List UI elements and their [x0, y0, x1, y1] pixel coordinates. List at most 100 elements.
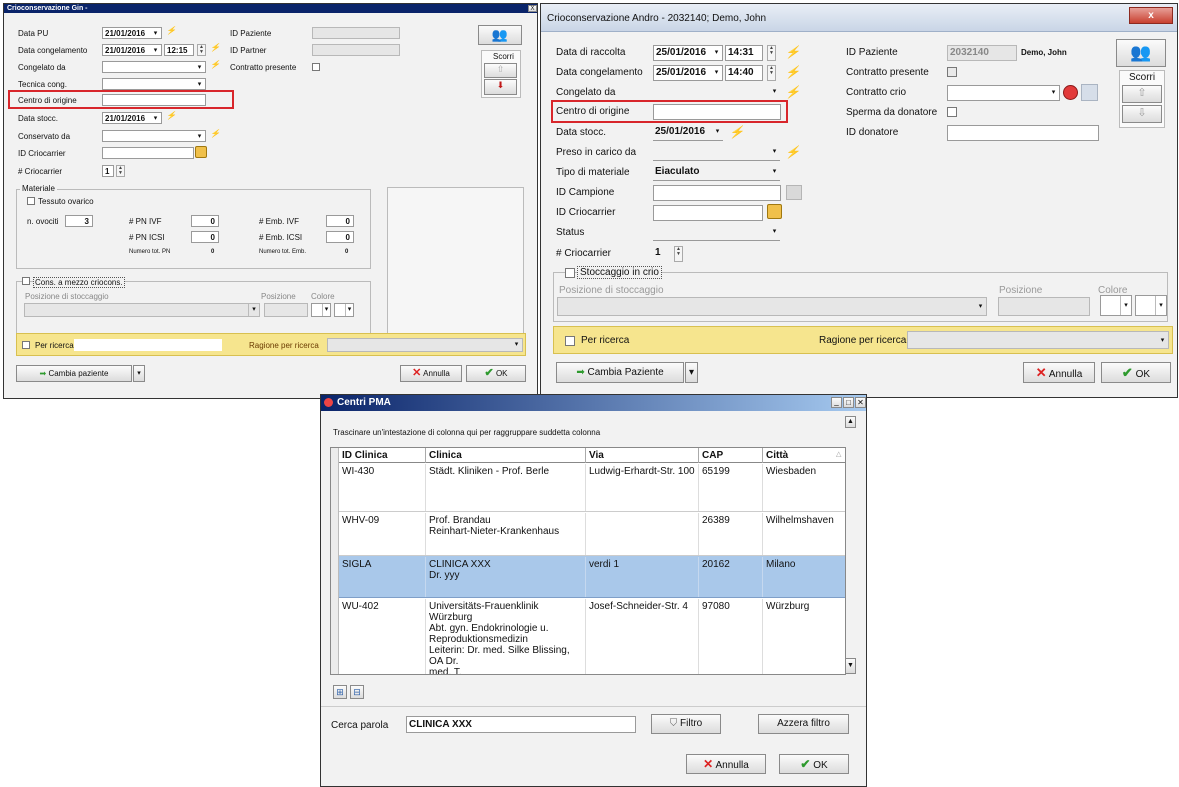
ora-congelamento-field[interactable]: 12:15 [164, 44, 194, 56]
filtro-button[interactable]: ⛉ Filtro [651, 714, 721, 734]
tessuto-checkbox[interactable] [27, 197, 35, 205]
minimize-button[interactable]: _ [831, 397, 842, 408]
search-icon[interactable] [786, 185, 802, 200]
now-icon[interactable]: ⚡ [729, 125, 744, 139]
annulla-button[interactable]: ✕ Annulla [400, 365, 462, 382]
congelato-da-select[interactable]: ▾ [102, 61, 206, 73]
id-partner-field[interactable] [312, 44, 400, 56]
column-header-cap[interactable]: CAP [699, 448, 763, 463]
ricerca-checkbox[interactable] [565, 336, 575, 346]
now-icon[interactable]: ⚡ [785, 85, 800, 99]
now-icon[interactable]: ⚡ [210, 129, 220, 138]
scroll-top-button[interactable]: ▲ [845, 416, 856, 428]
ok-button[interactable]: ✔ OK [466, 365, 526, 382]
chevron-down-icon[interactable]: ▾ [511, 339, 522, 351]
status-select[interactable]: ▾ [653, 225, 780, 241]
posizione-stocc-select[interactable]: ▾ [557, 297, 987, 316]
cambia-dropdown-button[interactable]: ▾ [133, 365, 145, 382]
data-congelamento-field[interactable]: 21/01/2016 ▾ [102, 44, 162, 56]
column-header-clinica[interactable]: Clinica [426, 448, 586, 463]
scroll-down-button[interactable]: ⬇ [484, 79, 517, 95]
collapse-all-button[interactable]: ⊟ [350, 685, 364, 699]
now-icon[interactable]: ⚡ [785, 45, 800, 59]
time-spinner[interactable]: ▲ ▼ [767, 65, 776, 81]
posizione-stocc-select[interactable]: ▾ [24, 303, 260, 317]
scroll-bottom-button[interactable]: ▼ [845, 658, 856, 674]
emb-icsi-field[interactable]: 0 [326, 231, 354, 243]
scroll-up-button[interactable]: ⇧ [1122, 85, 1162, 103]
close-button[interactable]: ✕ [855, 397, 866, 408]
pn-ivf-field[interactable]: 0 [191, 215, 219, 227]
pn-icsi-field[interactable]: 0 [191, 231, 219, 243]
conservato-select[interactable]: ▾ [102, 130, 206, 142]
chevron-down-icon[interactable]: ▾ [769, 225, 780, 240]
cerca-field[interactable]: CLINICA XXX [406, 716, 636, 733]
contratto-checkbox[interactable] [312, 63, 320, 71]
chevron-down-icon[interactable]: ▾ [1157, 332, 1168, 348]
annulla-button[interactable]: ✕ Annulla [686, 754, 766, 774]
data-stocc-field[interactable]: 21/01/2016 ▾ [102, 112, 162, 124]
id-criocarrier-field[interactable] [102, 147, 194, 159]
n-criocarrier-field[interactable]: 1 [102, 165, 114, 177]
chevron-down-icon[interactable]: ▾ [194, 131, 205, 141]
stoccaggio-checkbox[interactable] [565, 268, 575, 278]
chevron-down-icon[interactable]: ▾ [1048, 86, 1059, 100]
data-pu-field[interactable]: 21/01/2016 ▾ [102, 27, 162, 39]
delete-icon[interactable] [1063, 85, 1078, 100]
cambia-dropdown-button[interactable]: ▾ [685, 362, 698, 383]
tipo-select[interactable]: Eiaculato ▾ [653, 165, 780, 181]
now-icon[interactable]: ⚡ [166, 111, 176, 120]
lookup-icon[interactable] [767, 204, 782, 219]
scroll-up-button[interactable]: ⇧ [484, 63, 517, 78]
id-criocarrier-field[interactable] [653, 205, 763, 221]
cambia-paziente-button[interactable]: ➡ Cambia Paziente [556, 362, 684, 383]
ok-button[interactable]: ✔ OK [1101, 362, 1171, 383]
azzera-filtro-button[interactable]: Azzera filtro [758, 714, 849, 734]
chevron-down-icon[interactable]: ▾ [150, 28, 161, 38]
chevron-down-icon[interactable]: ▾ [711, 66, 722, 80]
chevron-down-icon[interactable]: ▾ [345, 304, 353, 316]
colore-select-1[interactable]: ▾ [311, 303, 331, 317]
preso-select[interactable]: ▾ [653, 145, 780, 161]
emb-ivf-field[interactable]: 0 [326, 215, 354, 227]
column-header-via[interactable]: Via [586, 448, 699, 463]
gin-close-button[interactable]: X [528, 5, 537, 12]
annulla-button[interactable]: ✕ Annulla [1023, 362, 1095, 383]
lookup-icon[interactable] [195, 146, 207, 158]
time-spinner[interactable]: ▲ ▼ [197, 44, 206, 56]
centro-field[interactable] [653, 104, 781, 120]
chevron-down-icon[interactable]: ▾ [150, 113, 161, 123]
chevron-down-icon[interactable]: ▾ [712, 125, 723, 140]
ricerca-text-field[interactable] [74, 339, 222, 351]
maximize-button[interactable]: □ [843, 397, 854, 408]
ricerca-checkbox[interactable] [22, 341, 30, 349]
data-stocc-field[interactable]: 25/01/2016 ▾ [653, 125, 723, 141]
patient-icon-button[interactable]: 👥 [478, 25, 522, 45]
ora-congelamento-field[interactable]: 14:40 [725, 65, 763, 81]
chevron-down-icon[interactable]: ▾ [1155, 296, 1166, 315]
congelato-select[interactable]: ▾ [653, 85, 780, 101]
criocarrier-spinner[interactable]: ▲ ▼ [674, 246, 683, 262]
time-spinner[interactable]: ▲ ▼ [767, 45, 776, 61]
chevron-down-icon[interactable]: ▾ [194, 79, 205, 89]
tecnica-select[interactable]: ▾ [102, 78, 206, 90]
now-icon[interactable]: ⚡ [210, 43, 220, 52]
id-paziente-field[interactable] [312, 27, 400, 39]
chevron-down-icon[interactable]: ▾ [769, 165, 780, 180]
document-icon[interactable] [1081, 84, 1098, 101]
chevron-down-icon[interactable]: ▾ [1120, 296, 1131, 315]
scroll-down-button[interactable]: ⇩ [1122, 105, 1162, 123]
chevron-down-icon[interactable]: ▾ [194, 62, 205, 72]
colore-select-2[interactable]: ▾ [334, 303, 354, 317]
n-criocarrier-field[interactable]: 1 [653, 246, 667, 262]
ovociti-field[interactable]: 3 [65, 215, 93, 227]
ok-button[interactable]: ✔ OK [779, 754, 849, 774]
chevron-down-icon[interactable]: ▾ [322, 304, 330, 316]
colore-select-2[interactable]: ▾ [1135, 295, 1167, 316]
data-congelamento-field[interactable]: 25/01/2016 ▾ [653, 65, 723, 81]
data-raccolta-field[interactable]: 25/01/2016 ▾ [653, 45, 723, 61]
chevron-down-icon[interactable]: ▾ [769, 145, 780, 160]
criocarrier-spinner[interactable]: ▲ ▼ [116, 165, 125, 177]
column-header-id[interactable]: ID Clinica [339, 448, 426, 463]
chevron-down-icon[interactable]: ▾ [150, 45, 161, 55]
